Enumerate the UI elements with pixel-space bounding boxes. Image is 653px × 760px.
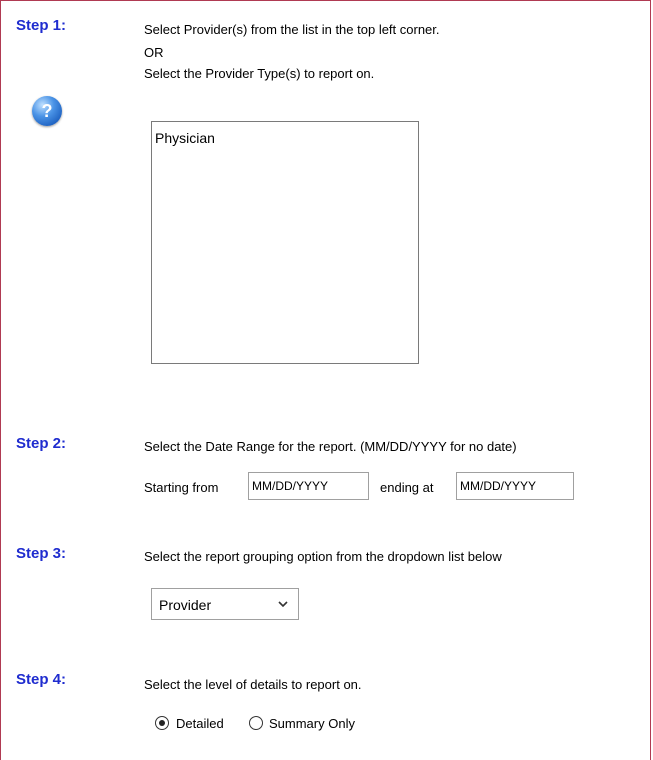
step4-instruction: Select the level of details to report on… [144,677,362,692]
step1-instruction-line1: Select Provider(s) from the list in the … [144,22,440,37]
provider-type-listbox[interactable]: Physician [151,121,419,364]
ending-at-label: ending at [380,480,434,495]
report-options-panel [0,0,651,760]
step1-label: Step 1: [16,17,67,34]
detailed-radio[interactable] [155,716,169,730]
step3-instruction: Select the report grouping option from t… [144,549,502,564]
chevron-down-icon [278,601,288,608]
step1-instruction-or: OR [144,45,164,60]
step2-label: Step 2: [16,435,67,452]
detailed-radio-label[interactable]: Detailed [176,716,224,731]
end-date-input[interactable] [456,472,574,500]
summary-only-radio[interactable] [249,716,263,730]
help-icon[interactable]: ? [32,96,62,126]
start-date-input[interactable] [248,472,369,500]
step1-instruction-line3: Select the Provider Type(s) to report on… [144,66,375,81]
grouping-selected-value: Provider [159,597,212,613]
grouping-dropdown[interactable]: Provider [151,588,299,620]
starting-from-label: Starting from [144,480,219,495]
step3-label: Step 3: [16,545,67,562]
step4-label: Step 4: [16,671,67,688]
step2-instruction: Select the Date Range for the report. (M… [144,439,517,454]
summary-only-radio-label[interactable]: Summary Only [269,716,355,731]
provider-type-option[interactable]: Physician [152,122,418,146]
